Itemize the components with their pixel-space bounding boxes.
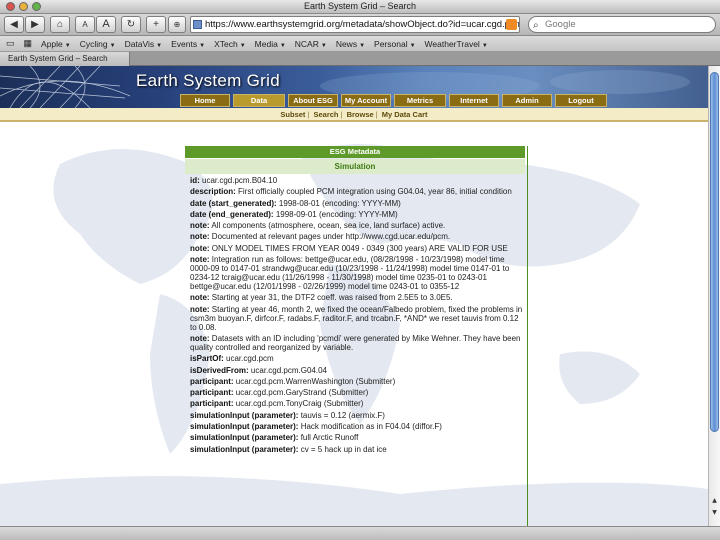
metadata-field: note: Starting at year 46, month 2, we f… xyxy=(190,304,523,332)
metadata-field: simulationInput (parameter): Hack modifi… xyxy=(190,422,442,432)
link-is-derived-from[interactable]: ucar.cgd.pcm.G04.04 xyxy=(251,366,327,375)
metadata-field: participant: ucar.cgd.pcm.TonyCraig (Sub… xyxy=(190,399,364,409)
bookmark-ncar[interactable]: NCAR ▼ xyxy=(295,39,327,49)
metadata-field: note: Datasets with an ID including 'pcm… xyxy=(190,333,521,352)
sub-navigation: Subset | Search | Browse | My Data Cart xyxy=(0,108,708,122)
back-button[interactable]: ◀ xyxy=(4,16,24,33)
subnav-search[interactable]: Search xyxy=(313,110,338,119)
content-right-rule xyxy=(527,146,528,526)
metadata-field: description: First officially coupled PC… xyxy=(190,187,512,197)
vertical-scrollbar[interactable]: ▲ ▼ xyxy=(708,66,720,526)
bookmark-personal[interactable]: Personal ▼ xyxy=(374,39,416,49)
metadata-header: ESG Metadata xyxy=(185,146,525,158)
metadata-field: isPartOf: ucar.cgd.pcm xyxy=(190,354,274,364)
address-bar-url: https://www.earthsystemgrid.org/metadata… xyxy=(205,19,520,30)
subnav-subset[interactable]: Subset xyxy=(280,110,305,119)
browser-toolbar: ◀ ▶ ⌂ A A ↻ + ⊕ https://www.earthsystemg… xyxy=(0,14,720,36)
rss-icon[interactable] xyxy=(506,19,517,30)
bookmark-add-button[interactable]: ⊕ xyxy=(168,16,186,33)
metadata-field: note: All components (atmosphere, ocean,… xyxy=(190,221,446,231)
bookmark-datavis[interactable]: DataVis ▼ xyxy=(125,39,163,49)
home-button[interactable]: ⌂ xyxy=(50,16,70,33)
text-larger-button[interactable]: A xyxy=(96,16,116,33)
bookmark-media[interactable]: Media ▼ xyxy=(255,39,286,49)
metadata-field: simulationInput (parameter): cv = 5 hack… xyxy=(190,444,387,454)
new-tab-button[interactable]: + xyxy=(146,16,166,33)
metadata-field: note: Documented at relevant pages under… xyxy=(190,232,451,242)
scroll-up-arrow-icon[interactable]: ▲ xyxy=(710,496,719,506)
metadata-field-list: id: ucar.cgd.pcm.B04.10 description: Fir… xyxy=(190,176,524,456)
metadata-field: participant: ucar.cgd.pcm.GaryStrand (Su… xyxy=(190,388,369,398)
site-title: Earth System Grid xyxy=(136,71,280,90)
text-smaller-button[interactable]: A xyxy=(75,16,95,33)
link-is-part-of[interactable]: ucar.cgd.pcm xyxy=(226,354,274,363)
reload-button[interactable]: ↻ xyxy=(121,16,141,33)
bookmarks-grid-icon[interactable]: ▦ xyxy=(24,38,33,49)
tab-earth-system-grid[interactable]: Earth System Grid – Search xyxy=(0,52,130,66)
status-bar xyxy=(0,526,720,540)
metadata-section-title: Simulation xyxy=(185,159,525,174)
window-title: Earth System Grid – Search xyxy=(303,1,417,11)
search-input[interactable]: ⌕ Google xyxy=(528,16,716,33)
metadata-field: simulationInput (parameter): tauvis = 0.… xyxy=(190,410,385,420)
nav-my-account[interactable]: My Account xyxy=(341,94,391,107)
metadata-field: isDerivedFrom: ucar.cgd.pcm.G04.04 xyxy=(190,365,327,375)
web-page: Earth System Grid Home Data About ESG My… xyxy=(0,66,708,526)
bookmark-cycling[interactable]: Cycling ▼ xyxy=(80,39,116,49)
nav-metrics[interactable]: Metrics xyxy=(394,94,446,107)
nav-about-esg[interactable]: About ESG xyxy=(288,94,338,107)
forward-button[interactable]: ▶ xyxy=(25,16,45,33)
page-favicon-icon xyxy=(193,20,202,29)
metadata-field: participant: ucar.cgd.pcm.WarrenWashingt… xyxy=(190,376,396,386)
nav-admin[interactable]: Admin xyxy=(502,94,552,107)
subnav-my-data-cart[interactable]: My Data Cart xyxy=(382,110,428,119)
scroll-down-arrow-icon[interactable]: ▼ xyxy=(710,508,719,518)
scrollbar-thumb[interactable] xyxy=(710,72,719,432)
search-icon: ⌕ xyxy=(533,20,539,31)
bookmarks-bar: ▭ ▦ Apple ▼ Cycling ▼ DataVis ▼ Events ▼ XTe… xyxy=(0,36,720,52)
metadata-field: date (start_generated): 1998-08-01 (enco… xyxy=(190,198,401,208)
bookmarks-book-icon[interactable]: ▭ xyxy=(6,38,15,49)
bookmark-xtech[interactable]: XTech ▼ xyxy=(214,39,246,49)
nav-internet[interactable]: Internet xyxy=(449,94,499,107)
tab-bar: Earth System Grid – Search xyxy=(0,52,720,66)
metadata-field: note: Starting at year 31, the DTF2 coef… xyxy=(190,293,453,303)
bookmark-news[interactable]: News ▼ xyxy=(336,39,365,49)
search-placeholder: Google xyxy=(545,19,576,30)
metadata-field: note: ONLY MODEL TIMES FROM YEAR 0049 - … xyxy=(190,243,508,253)
bookmark-apple[interactable]: Apple ▼ xyxy=(41,39,71,49)
nav-logout[interactable]: Logout xyxy=(555,94,607,107)
metadata-field: date (end_generated): 1998-09-01 (encodi… xyxy=(190,209,398,219)
address-bar[interactable]: https://www.earthsystemgrid.org/metadata… xyxy=(190,16,520,33)
metadata-field: note: Integration run as follows: bettge… xyxy=(190,255,510,292)
window-titlebar: Earth System Grid – Search xyxy=(0,0,720,14)
nav-data[interactable]: Data xyxy=(233,94,285,107)
nav-home[interactable]: Home xyxy=(180,94,230,107)
bookmark-events[interactable]: Events ▼ xyxy=(171,39,205,49)
metadata-field: simulationInput (parameter): full Arctic… xyxy=(190,433,359,443)
metadata-field: id: ucar.cgd.pcm.B04.10 xyxy=(190,176,278,185)
bookmark-weathertravel[interactable]: WeatherTravel ▼ xyxy=(425,39,488,49)
subnav-browse[interactable]: Browse xyxy=(347,110,374,119)
